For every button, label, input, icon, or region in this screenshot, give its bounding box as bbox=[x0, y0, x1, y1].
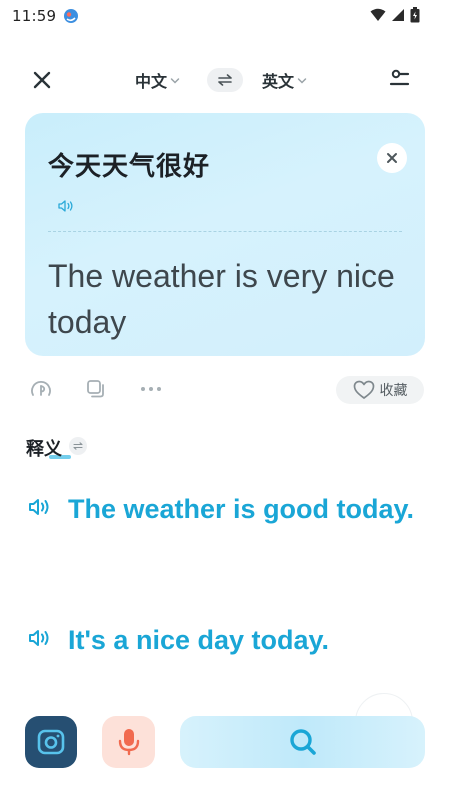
swap-icon bbox=[73, 442, 83, 450]
pronunciation-button[interactable] bbox=[28, 377, 54, 401]
wifi-icon bbox=[370, 8, 386, 21]
swap-languages-button[interactable] bbox=[207, 68, 243, 92]
action-row: 收藏 bbox=[0, 372, 450, 406]
more-button[interactable] bbox=[138, 377, 164, 401]
close-button[interactable] bbox=[28, 66, 56, 94]
target-language-label: 英文 bbox=[262, 72, 295, 91]
favorite-button[interactable]: 收藏 bbox=[336, 376, 424, 404]
speaker-icon[interactable] bbox=[28, 498, 52, 516]
close-icon bbox=[33, 71, 51, 89]
camera-button[interactable] bbox=[25, 716, 77, 768]
chevron-down-icon bbox=[297, 78, 307, 84]
source-language-selector[interactable]: 中文 bbox=[135, 68, 180, 92]
source-text[interactable]: 今天天气很好 bbox=[48, 146, 210, 183]
top-nav: 中文 英文 bbox=[0, 56, 450, 104]
voice-input-button[interactable] bbox=[102, 716, 155, 768]
favorite-label: 收藏 bbox=[379, 383, 408, 399]
speaker-icon[interactable] bbox=[28, 629, 52, 647]
clear-x-icon bbox=[387, 153, 397, 163]
settings-button[interactable] bbox=[388, 68, 416, 92]
target-language-selector[interactable]: 英文 bbox=[262, 68, 307, 92]
definition-text[interactable]: The weather is good today. bbox=[68, 490, 418, 529]
battery-icon bbox=[410, 7, 420, 23]
more-dots-icon bbox=[141, 387, 161, 391]
signal-icon bbox=[392, 9, 404, 21]
translation-result: The weather is very nice today bbox=[48, 258, 395, 340]
app-notification-icon bbox=[64, 9, 78, 23]
settings-sliders-icon bbox=[389, 69, 410, 86]
heart-icon bbox=[353, 380, 374, 399]
clear-input-button[interactable] bbox=[377, 143, 407, 173]
status-bar: 11:59 bbox=[0, 0, 450, 34]
card-divider bbox=[48, 231, 402, 232]
source-language-label: 中文 bbox=[135, 72, 168, 91]
microphone-icon bbox=[118, 729, 139, 756]
camera-icon bbox=[37, 729, 65, 755]
chevron-down-icon bbox=[170, 78, 180, 84]
definition-text[interactable]: It's a nice day today. bbox=[68, 621, 418, 660]
copy-button[interactable] bbox=[83, 377, 109, 401]
definitions-label: 释义 bbox=[26, 439, 62, 460]
swap-icon bbox=[218, 74, 232, 86]
status-indicators bbox=[370, 7, 420, 23]
speaker-icon[interactable] bbox=[57, 199, 75, 213]
search-icon bbox=[289, 729, 316, 755]
translate-screen: 11:59 中文 英文 今天天气很好 The weather is very n… bbox=[0, 0, 450, 800]
translation-card: 今天天气很好 The weather is very nice today bbox=[25, 113, 425, 356]
search-button[interactable] bbox=[180, 716, 425, 768]
definitions-toggle-button[interactable] bbox=[69, 437, 87, 455]
pronunciation-icon bbox=[31, 381, 51, 396]
status-time: 11:59 bbox=[12, 7, 57, 25]
copy-icon bbox=[87, 380, 104, 398]
